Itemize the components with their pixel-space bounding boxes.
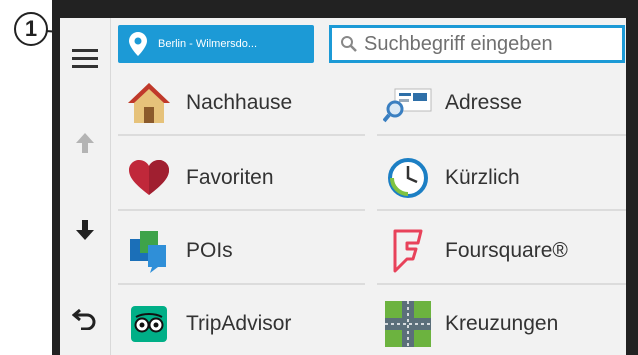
intersection-icon bbox=[385, 300, 431, 347]
heart-icon bbox=[129, 159, 169, 195]
address-icon bbox=[383, 88, 432, 122]
location-button[interactable]: Berlin - Wilmersdo... bbox=[118, 25, 314, 63]
divider bbox=[377, 209, 626, 211]
category-label: Foursquare® bbox=[445, 238, 568, 262]
divider bbox=[118, 209, 365, 211]
category-adresse[interactable]: Adresse bbox=[377, 71, 626, 134]
category-grid: Nachhause Adresse Favoriten Kürzlich POI… bbox=[112, 71, 626, 355]
category-tripadvisor[interactable]: TripAdvisor bbox=[118, 292, 367, 355]
location-pin-icon bbox=[129, 32, 147, 56]
foursquare-icon bbox=[393, 229, 423, 272]
category-kuerzlich[interactable]: Kürzlich bbox=[377, 146, 626, 209]
poi-flags-icon bbox=[130, 230, 166, 273]
category-label: POIs bbox=[186, 238, 233, 262]
menu-button[interactable] bbox=[60, 28, 110, 88]
category-label: Nachhause bbox=[186, 90, 293, 114]
sidebar bbox=[60, 18, 111, 355]
arrow-up-icon bbox=[76, 133, 94, 153]
tripadvisor-icon bbox=[131, 305, 167, 342]
scroll-up-button[interactable] bbox=[60, 113, 110, 173]
search-placeholder: Suchbegriff eingeben bbox=[364, 32, 553, 55]
arrow-down-icon bbox=[76, 220, 94, 240]
callout-number: 1 bbox=[14, 12, 48, 46]
search-icon bbox=[341, 36, 357, 52]
category-foursquare[interactable]: Foursquare® bbox=[377, 219, 626, 282]
screen: Berlin - Wilmersdo... Suchbegriff eingeb… bbox=[60, 18, 626, 355]
clock-icon bbox=[388, 157, 428, 198]
divider bbox=[118, 283, 365, 285]
house-icon bbox=[128, 82, 170, 123]
back-icon bbox=[72, 308, 96, 330]
menu-icon bbox=[72, 49, 98, 68]
divider bbox=[377, 134, 626, 136]
divider bbox=[118, 134, 365, 136]
category-nachhause[interactable]: Nachhause bbox=[118, 71, 367, 134]
scroll-down-button[interactable] bbox=[60, 200, 110, 260]
back-button[interactable] bbox=[60, 288, 110, 348]
category-kreuzungen[interactable]: Kreuzungen bbox=[377, 292, 626, 355]
device-bezel: Berlin - Wilmersdo... Suchbegriff eingeb… bbox=[52, 0, 638, 355]
category-favoriten[interactable]: Favoriten bbox=[118, 146, 367, 209]
divider bbox=[377, 283, 626, 285]
search-input[interactable]: Suchbegriff eingeben bbox=[329, 25, 625, 63]
category-pois[interactable]: POIs bbox=[118, 219, 367, 282]
category-label: Adresse bbox=[445, 90, 523, 114]
top-bar: Berlin - Wilmersdo... Suchbegriff eingeb… bbox=[112, 18, 626, 68]
category-label: Kürzlich bbox=[445, 165, 520, 189]
location-label: Berlin - Wilmersdo... bbox=[158, 38, 258, 50]
category-label: TripAdvisor bbox=[186, 311, 292, 335]
category-label: Favoriten bbox=[186, 165, 274, 189]
category-label: Kreuzungen bbox=[445, 311, 559, 335]
